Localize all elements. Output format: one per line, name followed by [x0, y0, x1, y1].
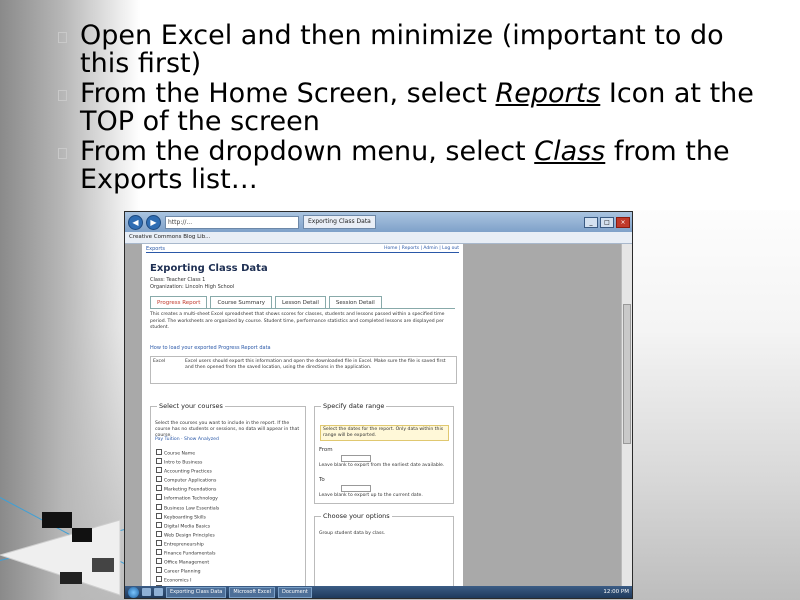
window-controls: _ □ ×: [584, 216, 632, 228]
favorites-bar[interactable]: Creative Commons Blog Lib...: [125, 232, 632, 244]
tab-underline: [150, 308, 455, 309]
courses-toggle-link[interactable]: Pay Tuition · Show Analyzed: [155, 437, 301, 443]
course-checkbox-list: Course Name Intro to Business Accounting…: [156, 449, 219, 595]
to-label: To: [319, 477, 325, 483]
options-legend: Choose your options: [321, 512, 392, 520]
vertical-scrollbar[interactable]: [621, 244, 632, 588]
from-help: Leave blank to export from the earliest …: [319, 463, 445, 468]
course-checkbox[interactable]: Web Design Principles: [156, 531, 219, 540]
course-checkbox[interactable]: Information Technology: [156, 494, 219, 503]
browser-tab[interactable]: Exporting Class Data: [303, 215, 376, 229]
header-rule: [146, 252, 459, 253]
bullet-item: From the dropdown menu, select Class fro…: [58, 138, 778, 194]
bullet-marker: [58, 148, 67, 159]
meta-line: Organization: Lincoln High School: [150, 284, 235, 290]
system-tray-clock: 12:00 PM: [603, 589, 629, 595]
minimize-icon[interactable]: _: [584, 216, 598, 228]
courses-legend: Select your courses: [157, 402, 225, 410]
taskbar-item[interactable]: Exporting Class Data: [166, 586, 227, 598]
forward-icon[interactable]: ▶: [146, 214, 161, 230]
excel-note: Excel Excel users should export this inf…: [150, 356, 457, 384]
date-range-fieldset: Specify date range Select the dates for …: [314, 402, 454, 504]
page-title: Exporting Class Data: [150, 263, 268, 274]
quicklaunch-icon[interactable]: [142, 588, 151, 596]
to-date-input[interactable]: [341, 485, 371, 492]
course-checkbox[interactable]: Keyboarding Skills: [156, 513, 219, 522]
help-link[interactable]: How to load your exported Progress Repor…: [150, 345, 271, 351]
quicklaunch-icon[interactable]: [154, 588, 163, 596]
course-checkbox[interactable]: Finance Fundamentals: [156, 549, 219, 558]
course-checkbox[interactable]: Economics I: [156, 576, 219, 585]
bullet-text: From the dropdown menu, select: [80, 136, 535, 167]
bullet-emphasis: Class: [534, 136, 606, 167]
from-date-input[interactable]: [341, 455, 371, 462]
taskbar-item[interactable]: Microsoft Excel: [229, 586, 275, 598]
browser-toolbar: ◀ ▶ http://... Exporting Class Data _ □ …: [125, 212, 632, 232]
top-nav-links[interactable]: Home | Reports | Admin | Log out: [384, 246, 459, 251]
course-checkbox[interactable]: Accounting Practices: [156, 467, 219, 476]
taskbar-item[interactable]: Document: [277, 586, 312, 598]
address-bar[interactable]: http://...: [165, 215, 299, 229]
bullet-emphasis: Reports: [495, 78, 601, 109]
date-warning: Select the dates for the report. Only da…: [320, 425, 449, 441]
class-meta: Class: Teacher Class 1 Organization: Lin…: [150, 277, 234, 291]
course-checkbox[interactable]: Intro to Business: [156, 458, 219, 467]
decor-arrow-shape: [0, 512, 121, 596]
course-checkbox[interactable]: Career Planning: [156, 567, 219, 576]
course-checkbox[interactable]: Computer Applications: [156, 476, 219, 485]
course-checkbox[interactable]: Entrepreneurship: [156, 540, 219, 549]
scrollbar-thumb[interactable]: [623, 304, 631, 444]
course-checkbox[interactable]: Marketing Foundations: [156, 485, 219, 494]
bullet-marker: [58, 90, 67, 101]
course-checkbox[interactable]: Business Law Essentials: [156, 504, 219, 513]
bullet-text: Open Excel and then minimize (important …: [80, 20, 724, 79]
excel-note-text: Excel users should export this informati…: [185, 359, 446, 370]
excel-note-label: Excel: [153, 359, 166, 364]
date-legend: Specify date range: [321, 402, 387, 410]
slide-bullet-list: Open Excel and then minimize (important …: [58, 22, 778, 196]
from-label: From: [319, 447, 333, 453]
to-help: Leave blank to export up to the current …: [319, 493, 423, 498]
windows-taskbar: Exporting Class Data Microsoft Excel Doc…: [125, 586, 632, 598]
options-fieldset: Choose your options Group student data b…: [314, 512, 454, 588]
course-checkbox[interactable]: Office Management: [156, 558, 219, 567]
maximize-icon[interactable]: □: [600, 216, 614, 228]
bullet-text: From the Home Screen, select: [80, 78, 496, 109]
close-icon[interactable]: ×: [616, 216, 630, 228]
options-text[interactable]: Group student data by class.: [319, 531, 449, 537]
course-checkbox[interactable]: Course Name: [156, 449, 219, 458]
course-checkbox[interactable]: Digital Media Basics: [156, 522, 219, 531]
report-description: This creates a multi-sheet Excel spreads…: [150, 312, 445, 330]
back-icon[interactable]: ◀: [128, 214, 143, 230]
courses-fieldset: Select your courses Select the courses y…: [150, 402, 306, 593]
meta-line: Class: Teacher Class 1: [150, 277, 206, 283]
bullet-marker: [58, 32, 67, 43]
bullet-item: From the Home Screen, select Reports Ico…: [58, 80, 778, 136]
embedded-browser-screenshot: ◀ ▶ http://... Exporting Class Data _ □ …: [124, 211, 633, 599]
web-page: Exports Home | Reports | Admin | Log out…: [142, 244, 463, 593]
bullet-item: Open Excel and then minimize (important …: [58, 22, 778, 78]
start-button-icon[interactable]: [128, 586, 139, 598]
